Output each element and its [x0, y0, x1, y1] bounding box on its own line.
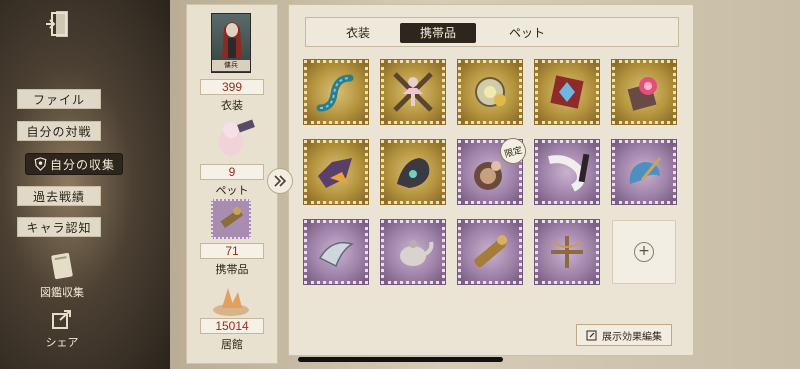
ballerina-icon: [393, 72, 433, 112]
empty-slot[interactable]: +: [612, 220, 676, 284]
item-slot[interactable]: [303, 219, 369, 285]
accessory-count: 71: [200, 243, 264, 259]
pink-orb-icon: [627, 77, 657, 111]
item-slot[interactable]: 限定: [457, 135, 529, 205]
stat-pets[interactable]: 9 ペット: [186, 164, 278, 198]
nav-past-record-label: 過去戦績: [32, 189, 85, 204]
character-card-label: 傭兵: [212, 60, 250, 71]
pet-label: ペット: [215, 185, 249, 197]
tab-bar: 衣装 携帯品 ペット: [305, 17, 679, 47]
item-slot[interactable]: [303, 59, 369, 125]
nav-my-matches-label: 自分の対戦: [26, 124, 92, 139]
item-slot[interactable]: [380, 219, 446, 285]
pet-count: 9: [200, 164, 264, 180]
item-slot[interactable]: [457, 59, 523, 125]
dragon-icon: [397, 158, 430, 188]
brass-telescope-icon: [474, 235, 507, 268]
stat-accessories[interactable]: 71 携帯品: [186, 243, 278, 277]
double-chevron-right-icon: [274, 175, 287, 187]
crossbow-icon: [551, 236, 583, 268]
edit-icon: [586, 330, 597, 340]
item-slot[interactable]: [380, 59, 446, 125]
nav-my-collection-label: 自分の収集: [50, 157, 116, 172]
accessory-thumbnail: [211, 199, 251, 239]
clockwork-icon: [475, 77, 506, 107]
character-portrait: [222, 22, 242, 58]
costume-count: 399: [200, 79, 264, 95]
expand-button[interactable]: [267, 168, 293, 194]
tab-pet[interactable]: ペット: [490, 23, 564, 43]
shield-icon: [34, 157, 47, 171]
blue-shell-icon: [629, 157, 662, 184]
item-slot[interactable]: [534, 59, 600, 125]
item-slot[interactable]: [457, 219, 523, 285]
edit-display-effect-button[interactable]: 展示効果編集: [576, 324, 672, 346]
nav-character-label: キャラ認知: [26, 220, 92, 235]
residence-thumbnail: [213, 288, 249, 316]
nav-file[interactable]: ファイル: [17, 89, 101, 109]
silver-horn-icon: [318, 241, 354, 268]
sidebar: ファイル 自分の対戦 自分の収集 過去戦績 キャラ認知 図鑑収集 シェア: [0, 0, 170, 369]
item-slot[interactable]: [534, 219, 600, 285]
item-slot[interactable]: [611, 139, 677, 205]
book-icon: [51, 252, 73, 280]
edit-display-effect-label: 展示効果編集: [602, 331, 662, 343]
item-slot[interactable]: [380, 139, 446, 205]
link-share-label: シェア: [45, 337, 79, 349]
nav-my-matches[interactable]: 自分の対戦: [17, 121, 101, 141]
nav-character[interactable]: キャラ認知: [17, 217, 101, 237]
plus-icon: +: [634, 242, 654, 262]
tab-costume[interactable]: 衣装: [328, 23, 388, 43]
nav-past-record[interactable]: 過去戦績: [17, 186, 101, 206]
residence-label: 居館: [221, 339, 243, 351]
stat-residence[interactable]: 15014 居館: [186, 318, 278, 352]
bat-wing-icon: [318, 158, 352, 188]
white-scarf-icon: [548, 153, 590, 192]
exit-icon[interactable]: [42, 8, 74, 40]
accessory-label: 携帯品: [215, 264, 249, 276]
item-slot[interactable]: [534, 139, 600, 205]
tab-accessory[interactable]: 携帯品: [400, 23, 476, 43]
nav-my-collection[interactable]: 自分の収集: [25, 153, 123, 175]
tentacle-icon: [316, 74, 354, 112]
link-share[interactable]: シェア: [30, 308, 94, 350]
costume-label: 衣装: [221, 100, 243, 112]
stat-costumes[interactable]: 399 衣装: [186, 79, 278, 113]
character-card[interactable]: 傭兵: [211, 13, 251, 73]
teapot-icon: [400, 240, 434, 266]
residence-count: 15014: [200, 318, 264, 334]
link-codex-label: 図鑑収集: [40, 287, 84, 299]
item-slot[interactable]: [611, 59, 677, 125]
pet-thumbnail: [219, 119, 255, 156]
home-indicator[interactable]: [298, 357, 503, 362]
item-slot[interactable]: [303, 139, 369, 205]
nav-file-label: ファイル: [32, 92, 85, 107]
link-codex[interactable]: 図鑑収集: [30, 252, 94, 300]
share-icon: [52, 310, 71, 329]
gem-box-icon: [550, 75, 584, 109]
